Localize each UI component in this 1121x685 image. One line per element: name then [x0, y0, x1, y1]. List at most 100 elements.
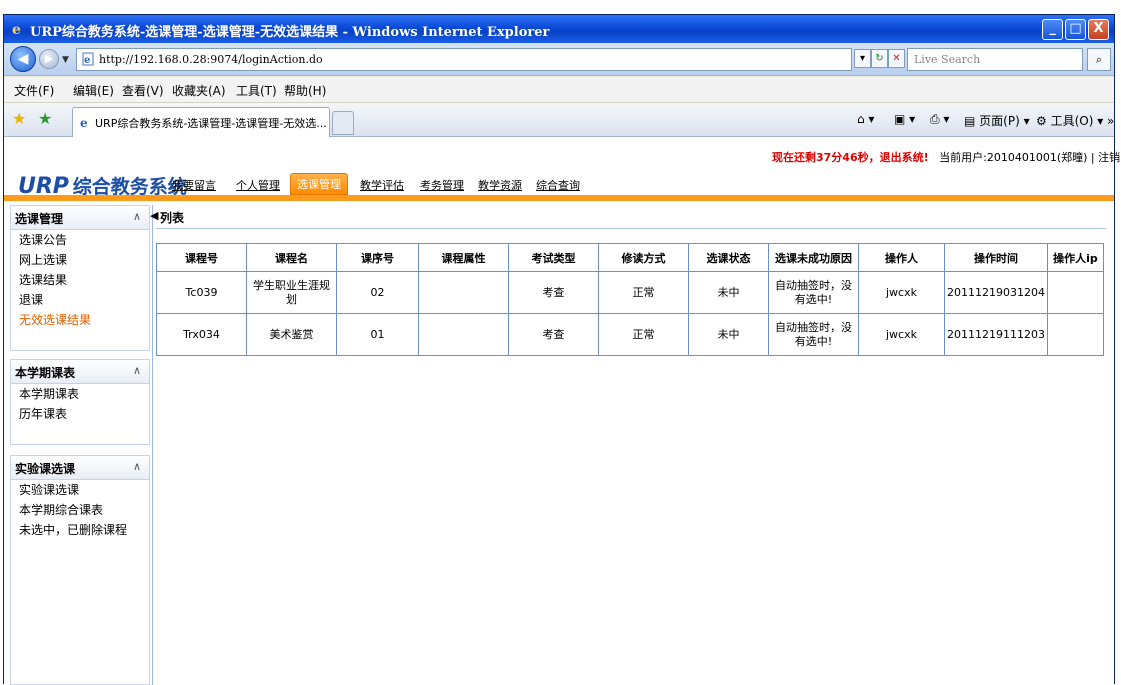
sidebar-item-deleted-courses[interactable]: 未选中，已删除课程	[11, 520, 149, 540]
page-icon: e	[82, 52, 94, 66]
sidebar-header[interactable]: 本学期课表 ∧	[11, 360, 149, 384]
window-title: URP综合教务系统-选课管理-选课管理-无效选课结果 - Windows Int…	[30, 25, 550, 40]
sidebar-section-title: 实验课选课	[15, 462, 76, 476]
cell-course-no: Tc039	[156, 271, 247, 314]
col-operator-ip: 操作人ip	[1046, 243, 1105, 272]
menu-view[interactable]: 查看(V)	[122, 82, 164, 99]
results-table: 课程号 课程名 课序号 课程属性 考试类型 修读方式 选课状态 选课未成功原因 …	[156, 243, 1105, 356]
table-row: Trx034 美术鉴赏 01 考查 正常 未中 自动抽签时，没有选中! jwcx…	[156, 313, 1105, 356]
close-button[interactable]: X	[1088, 19, 1109, 40]
search-icon[interactable]: ⌕	[1087, 48, 1111, 71]
list-header: ◀ 列表	[150, 205, 1106, 229]
menu-file[interactable]: 文件(F)	[14, 82, 54, 99]
history-dropdown-icon[interactable]: ▼	[62, 55, 69, 65]
svg-text:e: e	[84, 55, 90, 66]
home-icon[interactable]: ⌂ ▾	[857, 112, 874, 126]
ie-logo-icon: e	[12, 22, 21, 37]
sidebar-item-term-timetable[interactable]: 本学期课表	[11, 384, 149, 404]
tools-menu[interactable]: ⚙ 工具(O) ▾ »	[1036, 112, 1114, 129]
cell-section-no: 02	[336, 271, 419, 314]
cell-fail-reason: 自动抽签时，没有选中!	[768, 271, 859, 314]
session-info: 现在还剩37分46秒，退出系统! 当前用户:2010401001(郑曈) | 注…	[772, 149, 1120, 165]
sidebar-item-combined-timetable[interactable]: 本学期综合课表	[11, 500, 149, 520]
logout-link[interactable]: 注销	[1098, 151, 1120, 164]
sidebar-header[interactable]: 选课管理 ∧	[11, 206, 149, 230]
sidebar-header[interactable]: 实验课选课 ∧	[11, 456, 149, 480]
page-menu[interactable]: ▤ 页面(P) ▾	[964, 112, 1030, 129]
cell-course-attr	[418, 271, 509, 314]
new-tab-button[interactable]	[332, 111, 354, 135]
cell-fail-reason: 自动抽签时，没有选中!	[768, 313, 859, 356]
col-section-no: 课序号	[336, 243, 419, 272]
cell-study-mode: 正常	[598, 271, 689, 314]
collapse-icon[interactable]: ∧	[133, 460, 141, 473]
cell-operator-ip	[1046, 271, 1105, 314]
nav-message[interactable]: 我要留言	[172, 177, 216, 193]
address-bar[interactable]: e http://192.168.0.28:9074/loginAction.d…	[76, 48, 852, 71]
cell-course-attr	[418, 313, 509, 356]
separator: |	[1090, 151, 1095, 164]
nav-query[interactable]: 综合查询	[536, 177, 580, 193]
sidebar-item-announcement[interactable]: 选课公告	[11, 230, 149, 250]
nav-exam[interactable]: 考务管理	[420, 177, 464, 193]
stop-icon[interactable]: ✕	[888, 49, 905, 68]
page-content: URP 综合教务系统 现在还剩37分46秒，退出系统! 当前用户:2010401…	[4, 137, 1120, 685]
tab-label: URP综合教务系统-选课管理-选课管理-无效选...	[95, 117, 327, 130]
col-exam-type: 考试类型	[508, 243, 599, 272]
menu-edit[interactable]: 编辑(E)	[73, 82, 114, 99]
collapse-icon[interactable]: ∧	[133, 364, 141, 377]
menu-favorites[interactable]: 收藏夹(A)	[172, 82, 226, 99]
col-course-name: 课程名	[246, 243, 337, 272]
sidebar-section-lab: 实验课选课 ∧ 实验课选课 本学期综合课表 未选中，已删除课程	[10, 455, 150, 685]
search-input[interactable]: Live Search	[907, 48, 1083, 71]
table-row: Tc039 学生职业生涯规划 02 考查 正常 未中 自动抽签时，没有选中! j…	[156, 271, 1105, 314]
sidebar: 选课管理 ∧ 选课公告 网上选课 选课结果 退课 无效选课结果 本学期课表 ∧ …	[10, 205, 150, 685]
refresh-icon[interactable]: ↻	[871, 49, 888, 68]
sidebar-section-title: 选课管理	[15, 212, 64, 226]
nav-course-selection[interactable]: 选课管理	[290, 173, 348, 195]
browser-tab[interactable]: e URP综合教务系统-选课管理-选课管理-无效选...	[72, 107, 330, 137]
col-operator: 操作人	[858, 243, 945, 272]
browser-window: e URP综合教务系统-选课管理-选课管理-无效选课结果 - Windows I…	[3, 14, 1120, 685]
cell-op-time: 20111219111203	[944, 313, 1048, 356]
sidebar-item-drop-course[interactable]: 退课	[11, 290, 149, 310]
print-icon[interactable]: ⎙ ▾	[930, 112, 949, 127]
col-study-mode: 修读方式	[598, 243, 689, 272]
col-course-no: 课程号	[156, 243, 247, 272]
feeds-icon[interactable]: ▣ ▾	[894, 112, 915, 126]
sidebar-section-timetable: 本学期课表 ∧ 本学期课表 历年课表	[10, 359, 150, 445]
nav-evaluation[interactable]: 教学评估	[360, 177, 404, 193]
tab-page-icon: e	[80, 116, 88, 129]
minimize-button[interactable]: _	[1042, 19, 1063, 40]
table-header-row: 课程号 课程名 课序号 课程属性 考试类型 修读方式 选课状态 选课未成功原因 …	[156, 243, 1105, 272]
back-button[interactable]: ◀	[10, 46, 36, 72]
page-menu-label: 页面(P)	[979, 114, 1020, 128]
menu-help[interactable]: 帮助(H)	[284, 82, 326, 99]
cell-course-name: 美术鉴赏	[246, 313, 337, 356]
url-text: http://192.168.0.28:9074/loginAction.do	[99, 53, 323, 66]
sidebar-item-selection-result[interactable]: 选课结果	[11, 270, 149, 290]
maximize-button[interactable]: □	[1065, 19, 1086, 40]
sidebar-item-past-timetable[interactable]: 历年课表	[11, 404, 149, 424]
sidebar-divider	[152, 205, 153, 685]
sidebar-item-invalid-result[interactable]: 无效选课结果	[11, 310, 149, 330]
cell-operator: jwcxk	[858, 271, 945, 314]
cell-study-mode: 正常	[598, 313, 689, 356]
favorites-star-icon[interactable]: ★	[12, 109, 26, 128]
col-status: 选课状态	[688, 243, 769, 272]
collapse-arrow-icon[interactable]: ◀	[150, 209, 158, 222]
sidebar-item-lab-selection[interactable]: 实验课选课	[11, 480, 149, 500]
sidebar-section-title: 本学期课表	[15, 366, 76, 380]
address-dropdown-icon[interactable]: ▾	[854, 49, 871, 68]
cell-status: 未中	[688, 313, 769, 356]
menu-tools[interactable]: 工具(T)	[236, 82, 277, 99]
current-user: 当前用户:2010401001(郑曈)	[939, 151, 1088, 164]
nav-personal[interactable]: 个人管理	[236, 177, 280, 193]
title-bar: e URP综合教务系统-选课管理-选课管理-无效选课结果 - Windows I…	[4, 15, 1114, 43]
cell-section-no: 01	[336, 313, 419, 356]
add-favorites-icon[interactable]: ★	[38, 109, 52, 128]
forward-button[interactable]: ▶	[39, 49, 59, 69]
nav-resources[interactable]: 教学资源	[478, 177, 522, 193]
collapse-icon[interactable]: ∧	[133, 210, 141, 223]
sidebar-item-online-selection[interactable]: 网上选课	[11, 250, 149, 270]
